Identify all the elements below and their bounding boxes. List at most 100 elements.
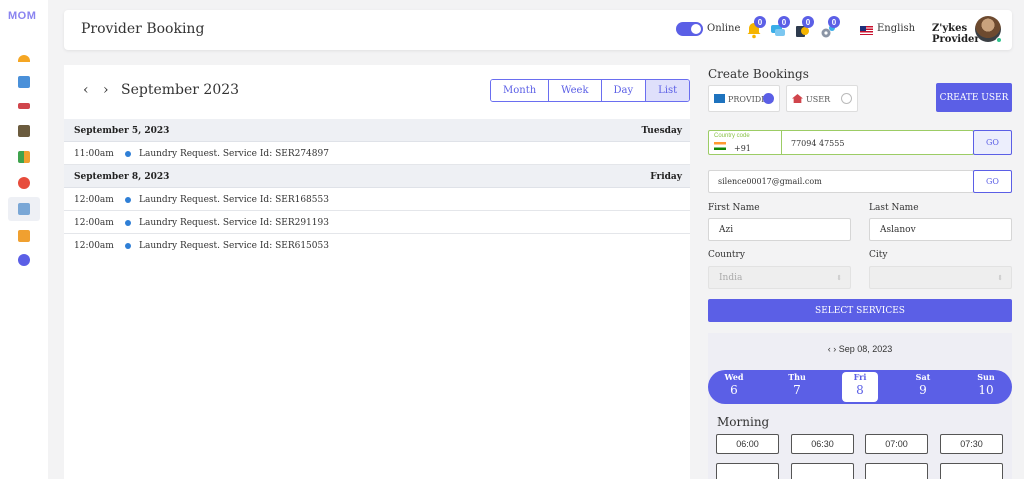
day-name: Thu	[788, 372, 806, 382]
event-dot	[125, 151, 131, 157]
india-flag-icon	[714, 142, 726, 150]
day-header-weekday: Tuesday	[641, 126, 682, 136]
day-name: Wed	[724, 372, 744, 382]
document-icon[interactable]	[16, 123, 32, 139]
select-services-button[interactable]: SELECT SERVICES	[708, 299, 1012, 322]
online-toggle[interactable]	[676, 22, 703, 36]
calendar-panel: ‹ › September 2023 Month Week Day List S…	[64, 65, 691, 479]
select-arrows-icon: ⇕	[997, 274, 1003, 282]
country-select[interactable]: India ⇕	[708, 266, 851, 289]
chevron-right-icon[interactable]: ›	[833, 344, 836, 354]
chevron-left-icon[interactable]: ‹	[83, 82, 89, 98]
email-field[interactable]: silence00017@gmail.com	[708, 170, 974, 193]
event-time: 12:00am	[74, 195, 114, 205]
week-day-strip: Wed 6 Thu 7 Fri 8 Sat 9 Sun 10	[708, 370, 1012, 404]
event-title[interactable]: Laundry Request. Service Id: SER168553	[139, 195, 329, 205]
event-title[interactable]: Laundry Request. Service Id: SER291193	[139, 218, 329, 228]
city-select[interactable]: ⇕	[869, 266, 1012, 289]
list-item[interactable]: 12:00am Laundry Request. Service Id: SER…	[64, 234, 690, 257]
support-icon[interactable]	[16, 252, 32, 268]
page-title: Provider Booking	[81, 21, 205, 37]
chevron-left-icon[interactable]: ‹	[828, 344, 831, 354]
event-title[interactable]: Laundry Request. Service Id: SER615053	[139, 241, 329, 251]
settings-gear-icon[interactable]: 0	[820, 16, 840, 39]
time-slot[interactable]: 07:00	[865, 434, 928, 454]
event-dot	[125, 197, 131, 203]
day-header-date: September 8, 2023	[74, 172, 170, 182]
day-name: Fri	[853, 372, 867, 382]
provider-icon	[714, 94, 725, 103]
country-value: India	[719, 273, 743, 283]
time-slot[interactable]	[940, 463, 1003, 479]
online-status-dot	[996, 37, 1002, 43]
app-logo: MOM	[8, 10, 37, 22]
money-icon[interactable]: 0	[794, 16, 814, 39]
morning-label: Morning	[717, 415, 770, 429]
first-name-input[interactable]: Azi	[708, 218, 851, 241]
chat-badge: 0	[778, 16, 790, 28]
radio-unchecked-icon[interactable]	[841, 93, 852, 104]
event-dot	[125, 220, 131, 226]
language-selector[interactable]: English	[877, 23, 915, 34]
list-item[interactable]: 12:00am Laundry Request. Service Id: SER…	[64, 188, 690, 211]
radio-checked-icon[interactable]	[763, 93, 774, 104]
day-option[interactable]: Wed 6	[716, 372, 752, 402]
event-time: 12:00am	[74, 218, 114, 228]
provider-radio[interactable]: PROVIDER	[708, 85, 780, 112]
phone-field: Country code +91 77094 47555	[708, 130, 974, 155]
tab-month[interactable]: Month	[491, 80, 550, 101]
list-day-header: September 5, 2023 Tuesday	[64, 119, 690, 142]
day-header-weekday: Friday	[650, 172, 682, 182]
list-item[interactable]: 11:00am Laundry Request. Service Id: SER…	[64, 142, 690, 165]
dashboard-gauge-icon[interactable]	[16, 50, 32, 66]
day-option-selected[interactable]: Fri 8	[842, 372, 878, 402]
time-slot[interactable]	[716, 463, 779, 479]
tab-week[interactable]: Week	[549, 80, 602, 101]
create-booking-panel: Create Bookings PROVIDER USER CREATE USE…	[700, 60, 1024, 479]
first-name-value: Azi	[719, 225, 734, 235]
monitor-icon[interactable]	[16, 74, 32, 90]
day-option[interactable]: Thu 7	[779, 372, 815, 402]
user-label: USER	[806, 95, 831, 104]
create-bookings-title: Create Bookings	[708, 67, 809, 81]
calendar-booking-icon[interactable]	[8, 197, 40, 221]
notification-badge: 0	[754, 16, 766, 28]
time-slot[interactable]	[865, 463, 928, 479]
user-radio[interactable]: USER	[786, 85, 858, 112]
chevron-right-icon[interactable]: ›	[103, 82, 109, 98]
last-name-input[interactable]: Aslanov	[869, 218, 1012, 241]
wallet-icon[interactable]	[16, 228, 32, 244]
list-item[interactable]: 12:00am Laundry Request. Service Id: SER…	[64, 211, 690, 234]
phone-input[interactable]: 77094 47555	[791, 139, 844, 148]
event-title[interactable]: Laundry Request. Service Id: SER274897	[139, 149, 329, 159]
create-user-button[interactable]: CREATE USER	[936, 83, 1012, 112]
list-day-header: September 8, 2023 Friday	[64, 165, 690, 188]
us-flag-icon[interactable]	[860, 26, 873, 35]
time-slot[interactable]	[791, 463, 854, 479]
email-go-button[interactable]: GO	[973, 170, 1012, 193]
tab-day[interactable]: Day	[601, 80, 647, 101]
globe-icon[interactable]	[16, 175, 32, 191]
day-number: 8	[856, 383, 864, 397]
chat-icon[interactable]: 0	[770, 16, 790, 39]
day-number: 10	[978, 383, 994, 397]
day-option[interactable]: Sat 9	[905, 372, 941, 402]
country-code-label: Country code	[714, 133, 750, 139]
grid-app-icon[interactable]	[16, 149, 32, 165]
tab-list[interactable]: List	[646, 80, 690, 101]
slot-date-nav: ‹ › Sep 08, 2023	[708, 344, 1012, 354]
email-value: silence00017@gmail.com	[718, 177, 822, 186]
bell-icon[interactable]: 0	[746, 16, 766, 39]
time-slot[interactable]: 06:00	[716, 434, 779, 454]
ruler-icon[interactable]	[16, 98, 32, 114]
country-label: Country	[708, 250, 745, 260]
country-code-value[interactable]: +91	[734, 144, 751, 153]
time-slot-panel: ‹ › Sep 08, 2023 Wed 6 Thu 7 Fri 8 Sat 9…	[708, 333, 1012, 479]
event-time: 12:00am	[74, 241, 114, 251]
day-option[interactable]: Sun 10	[968, 372, 1004, 402]
settings-badge: 0	[828, 16, 840, 28]
day-number: 9	[919, 383, 927, 397]
phone-go-button[interactable]: GO	[973, 130, 1012, 155]
time-slot[interactable]: 07:30	[940, 434, 1003, 454]
time-slot[interactable]: 06:30	[791, 434, 854, 454]
